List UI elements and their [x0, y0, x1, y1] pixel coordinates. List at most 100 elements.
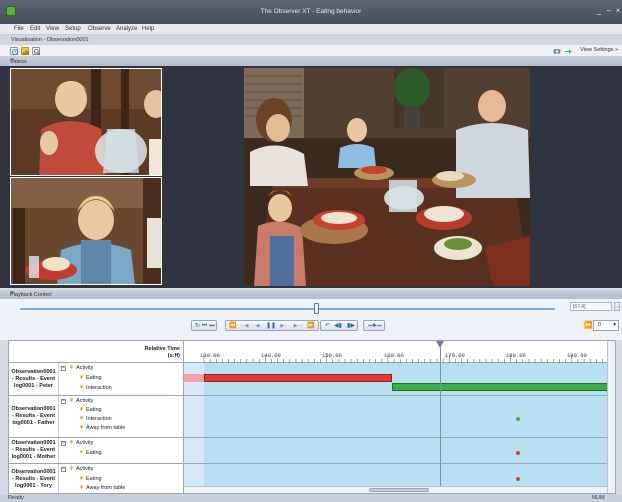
menu-edit[interactable]: Edit	[30, 26, 40, 32]
rewind-slow-icon[interactable]: ···◀	[238, 322, 250, 330]
behavior-eating[interactable]: ⚘ Eating	[79, 407, 102, 413]
document-tab[interactable]: Visualisation - Observation0001	[0, 35, 622, 45]
tick-label: 190.00	[567, 352, 587, 359]
menu-file[interactable]: File	[14, 26, 24, 32]
camera-icon[interactable]	[553, 47, 561, 55]
behavior-list: − ⚘ Activity ⚘ Eating ⚘ Away from table	[59, 464, 184, 493]
export-icon[interactable]	[564, 47, 572, 55]
speed-select[interactable]: 0 ▾	[593, 320, 619, 331]
playback-slider-thumb[interactable]	[314, 303, 320, 314]
person-icon: ⚘	[79, 375, 84, 381]
video-overview[interactable]	[244, 68, 530, 286]
skip-end-icon[interactable]: ⏭	[208, 322, 216, 330]
playback-slider[interactable]	[20, 308, 555, 310]
previous-frame-icon[interactable]: ◀▮	[332, 322, 344, 330]
menu-setup[interactable]: Setup	[65, 26, 81, 32]
minimize-button[interactable]: _	[594, 6, 604, 16]
step-forward-icon[interactable]: ▶··	[278, 322, 290, 330]
collapse-icon[interactable]: −	[61, 441, 66, 446]
observation-label: Observation0001 - Results - Event log000…	[9, 363, 59, 395]
time-cursor-line[interactable]	[440, 341, 441, 493]
interaction-bar[interactable]	[392, 383, 612, 391]
next-frame-icon[interactable]: ▮▶	[345, 322, 357, 330]
fast-forward-icon[interactable]: ⏩	[306, 322, 316, 330]
time-ruler[interactable]: 130.00 140.00 150.00 160.00 170.00 180.0…	[184, 341, 609, 363]
videos-panel	[0, 66, 622, 288]
video-tory[interactable]	[10, 177, 162, 285]
behavior-interaction[interactable]: ⚘ Interaction	[79, 385, 112, 391]
event-marker[interactable]	[516, 417, 520, 421]
scrollbar-thumb[interactable]	[369, 488, 429, 492]
table-row: Observation0001 - Results - Event log000…	[9, 363, 612, 396]
relative-time-unit: (s:ff)	[167, 352, 180, 359]
menu-analyze[interactable]: Analyze	[116, 26, 137, 32]
person-icon: ⚘	[69, 466, 74, 472]
step-back-icon[interactable]: ··◀	[251, 322, 261, 330]
person-icon: ⚘	[79, 450, 84, 456]
menu-view[interactable]: View	[46, 26, 59, 32]
sync-controls: ↻ ⏮ ⏭	[191, 320, 217, 331]
pause-icon[interactable]: ❚❚	[266, 322, 276, 330]
person-icon: ⚘	[69, 440, 74, 446]
group-activity[interactable]: ⚘ Activity	[69, 398, 93, 404]
person-icon: ⚘	[69, 398, 74, 404]
collapse-icon[interactable]: −	[61, 399, 66, 404]
rewind-fast-icon[interactable]: ⏪	[228, 322, 238, 330]
menu-observe[interactable]: Observe	[88, 26, 111, 32]
person-icon: ⚘	[79, 407, 84, 413]
event-marker[interactable]	[516, 477, 520, 481]
person-icon: ⚘	[79, 416, 84, 422]
group-activity[interactable]: ⚘ Activity	[69, 365, 93, 371]
frame-controls: ↶ ◀▮ ▮▶	[320, 320, 358, 331]
close-button[interactable]: ×	[613, 6, 622, 16]
observation-label: Observation0001 - Results - Event log000…	[9, 464, 59, 493]
undo-icon[interactable]: ↶	[323, 322, 332, 330]
loop-controls: ⏮▶⏭	[363, 320, 385, 331]
video-peter[interactable]	[10, 68, 162, 176]
vertical-scrollbar[interactable]	[607, 341, 615, 493]
collapse-icon[interactable]: −	[61, 366, 66, 371]
time-field-menu-button[interactable]: …	[614, 302, 620, 311]
person-icon: ⚘	[79, 485, 84, 491]
collapse-icon[interactable]: −	[61, 467, 66, 472]
behavior-away-from-table[interactable]: ⚘ Away from table	[79, 485, 125, 491]
event-plot[interactable]	[184, 438, 612, 463]
event-plot[interactable]	[184, 396, 612, 437]
plot-area	[204, 396, 612, 437]
behavior-eating[interactable]: ⚘ Eating	[79, 450, 102, 456]
timeline-header: Relative Time (s:ff)	[9, 341, 184, 363]
time-field[interactable]: [67.4]	[570, 302, 612, 311]
window-title: The Observer XT - Eating behavior	[260, 8, 362, 15]
time-cursor-handle[interactable]	[436, 341, 444, 348]
group-activity[interactable]: ⚘ Activity	[69, 466, 93, 472]
behavior-eating[interactable]: ⚘ Eating	[79, 375, 102, 381]
playback-panel-close-button[interactable]: ×	[10, 290, 618, 297]
plot-area	[204, 438, 612, 463]
skip-start-icon[interactable]: ⏮	[201, 322, 208, 330]
clock-icon[interactable]	[10, 47, 18, 55]
search-icon[interactable]	[32, 47, 41, 56]
chart-icon[interactable]	[21, 47, 29, 55]
behavior-list: − ⚘ Activity ⚘ Eating ⚘ Interaction ⚘ Away f…	[59, 396, 184, 437]
menu-help[interactable]: Help	[142, 26, 154, 32]
behavior-away-from-table[interactable]: ⚘ Away from table	[79, 425, 125, 431]
play-slow-icon[interactable]: ▶···	[291, 322, 305, 330]
eating-bar[interactable]	[204, 374, 392, 382]
event-marker[interactable]	[516, 451, 520, 455]
behavior-list: − ⚘ Activity ⚘ Eating	[59, 438, 184, 463]
group-activity[interactable]: ⚘ Activity	[69, 440, 93, 446]
event-plot[interactable]	[184, 363, 612, 395]
loop-icon[interactable]: ⏮▶⏭	[366, 322, 384, 330]
status-bar: Ready NUM	[0, 494, 622, 502]
tick-label: 130.00	[200, 352, 220, 359]
refresh-icon[interactable]: ↻	[194, 322, 201, 330]
behavior-interaction[interactable]: ⚘ Interaction	[79, 416, 112, 422]
horizontal-scrollbar[interactable]	[184, 486, 609, 493]
tick-label: 180.00	[506, 352, 526, 359]
behavior-eating[interactable]: ⚘ Eating	[79, 476, 102, 482]
table-row: Observation0001 - Results - Event log000…	[9, 396, 612, 438]
relative-time-label: Relative Time	[144, 346, 180, 352]
behavior-list: − ⚘ Activity ⚘ Eating ⚘ Interaction	[59, 363, 184, 395]
view-settings-button[interactable]: View Settings »	[580, 47, 618, 53]
videos-panel-close-button[interactable]: ×	[10, 57, 618, 64]
